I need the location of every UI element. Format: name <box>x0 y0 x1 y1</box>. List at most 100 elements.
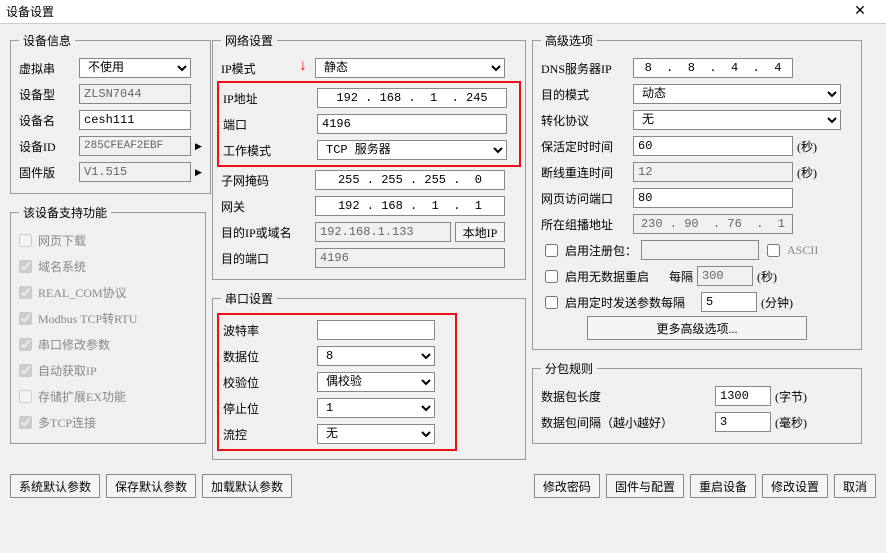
timed-unit: (分钟) <box>761 294 801 311</box>
stop-bits-label: 停止位 <box>223 400 313 417</box>
dns-field[interactable] <box>633 58 793 78</box>
virtual-serial-select[interactable]: 不使用 <box>79 58 191 78</box>
ip-addr-label: IP地址 <box>223 90 313 107</box>
packet-legend: 分包规则 <box>541 360 597 377</box>
firmware-overflow-icon[interactable]: ▶ <box>195 167 202 178</box>
virtual-serial-label: 虚拟串 <box>19 60 75 77</box>
packet-len-label: 数据包长度 <box>541 388 711 405</box>
timed-send-field[interactable] <box>701 292 757 312</box>
more-advanced-button[interactable]: 更多高级选项... <box>587 316 807 340</box>
flow-label: 流控 <box>223 426 313 443</box>
feature-checkbox <box>19 234 32 247</box>
save-default-button[interactable]: 保存默认参数 <box>106 474 196 498</box>
ascii-checkbox[interactable] <box>767 244 780 257</box>
firmware-label: 固件版 <box>19 164 75 181</box>
nodata-unit: (秒) <box>757 268 797 285</box>
packet-interval-field[interactable] <box>715 412 771 432</box>
trans-proto-select[interactable]: 无 <box>633 110 841 130</box>
network-legend: 网络设置 <box>221 32 277 49</box>
firmware-cfg-button[interactable]: 固件与配置 <box>606 474 684 498</box>
feature-item: REAL_COM协议 <box>19 279 197 305</box>
dest-mode-select[interactable]: 动态 <box>633 84 841 104</box>
parity-select[interactable]: 偶校验 <box>317 372 435 392</box>
feature-item: Modbus TCP转RTU <box>19 305 197 331</box>
baud-select[interactable]: 9600 <box>317 320 435 340</box>
arrow-down-icon: ↓ <box>299 57 307 75</box>
feature-checkbox <box>19 312 32 325</box>
device-id-overflow-icon[interactable]: ▶ <box>195 141 202 152</box>
load-default-button[interactable]: 加载默认参数 <box>202 474 292 498</box>
nodata-restart-label: 启用无数据重启 <box>565 268 665 285</box>
work-mode-select[interactable]: TCP 服务器 <box>317 140 507 160</box>
device-id-field <box>79 136 191 156</box>
device-type-label: 设备型 <box>19 86 75 103</box>
multicast-label: 所在组播地址 <box>541 216 629 233</box>
titlebar: 设备设置 ✕ <box>0 0 886 24</box>
work-mode-label: 工作模式 <box>223 142 313 159</box>
feature-checkbox <box>19 416 32 429</box>
port-field[interactable] <box>317 114 507 134</box>
feature-checkbox <box>19 260 32 273</box>
web-port-field[interactable] <box>633 188 793 208</box>
dest-ip-field[interactable] <box>315 222 451 242</box>
stop-bits-select[interactable]: 1 <box>317 398 435 418</box>
nodata-restart-checkbox[interactable] <box>545 270 558 283</box>
timed-send-checkbox[interactable] <box>545 296 558 309</box>
feature-checkbox <box>19 390 32 403</box>
keepalive-unit: (秒) <box>797 138 837 155</box>
advanced-group: 高级选项 DNS服务器IP 目的模式 动态 转化协议 无 保活定时时间 (秒) … <box>532 32 862 350</box>
cancel-button[interactable]: 取消 <box>834 474 876 498</box>
reg-pkt-checkbox[interactable] <box>545 244 558 257</box>
device-type-field <box>79 84 191 104</box>
highlight-box-network: IP地址 端口 工作模式 TCP 服务器 <box>217 81 521 167</box>
reconnect-field[interactable] <box>633 162 793 182</box>
dest-mode-label: 目的模式 <box>541 86 629 103</box>
change-pwd-button[interactable]: 修改密码 <box>534 474 600 498</box>
baud-label: 波特率 <box>223 322 313 339</box>
parity-label: 校验位 <box>223 374 313 391</box>
gateway-label: 网关 <box>221 198 311 215</box>
packet-len-unit: (字节) <box>775 388 815 405</box>
window-title: 设备设置 <box>6 3 54 20</box>
modify-button[interactable]: 修改设置 <box>762 474 828 498</box>
feature-item: 多TCP连接 <box>19 409 197 435</box>
gateway-field[interactable] <box>315 196 505 216</box>
ip-mode-select[interactable]: 静态 <box>315 58 505 78</box>
sys-default-button[interactable]: 系统默认参数 <box>10 474 100 498</box>
dns-label: DNS服务器IP <box>541 60 629 77</box>
device-info-group: 设备信息 虚拟串 不使用 设备型 设备名 设备ID ▶ 固件版 ▶ <box>10 32 211 194</box>
nodata-interval-label: 每隔 <box>669 268 693 285</box>
dest-port-label: 目的端口 <box>221 250 311 267</box>
port-label: 端口 <box>223 116 313 133</box>
serial-group: 串口设置 波特率 9600 数据位 8 校验位 偶校验 停止位 1 <box>212 290 526 460</box>
nodata-interval-field[interactable] <box>697 266 753 286</box>
feature-item: 域名系统 <box>19 253 197 279</box>
feature-checkbox <box>19 338 32 351</box>
data-bits-select[interactable]: 8 <box>317 346 435 366</box>
restart-button[interactable]: 重启设备 <box>690 474 756 498</box>
packet-group: 分包规则 数据包长度 (字节) 数据包间隔（越小越好） (毫秒) <box>532 360 862 444</box>
multicast-field[interactable] <box>633 214 793 234</box>
dest-port-field[interactable] <box>315 248 505 268</box>
close-icon[interactable]: ✕ <box>840 1 880 23</box>
packet-len-field[interactable] <box>715 386 771 406</box>
timed-send-label: 启用定时发送参数每隔 <box>565 294 697 311</box>
device-name-field[interactable] <box>79 110 191 130</box>
flow-select[interactable]: 无 <box>317 424 435 444</box>
highlight-box-serial: 波特率 9600 数据位 8 校验位 偶校验 停止位 1 流控 无 <box>217 313 457 451</box>
reconnect-label: 断线重连时间 <box>541 164 629 181</box>
feature-checkbox <box>19 364 32 377</box>
reconnect-unit: (秒) <box>797 164 837 181</box>
trans-proto-label: 转化协议 <box>541 112 629 129</box>
device-id-label: 设备ID <box>19 138 75 155</box>
keepalive-field[interactable] <box>633 136 793 156</box>
ip-addr-field[interactable] <box>317 88 507 108</box>
data-bits-label: 数据位 <box>223 348 313 365</box>
serial-legend: 串口设置 <box>221 290 277 307</box>
subnet-field[interactable] <box>315 170 505 190</box>
local-ip-button[interactable]: 本地IP <box>455 222 505 242</box>
ip-mode-label: IP模式 <box>221 60 311 77</box>
ascii-label: ASCII <box>787 243 818 258</box>
feature-item: 网页下载 <box>19 227 197 253</box>
reg-pkt-field[interactable] <box>641 240 759 260</box>
